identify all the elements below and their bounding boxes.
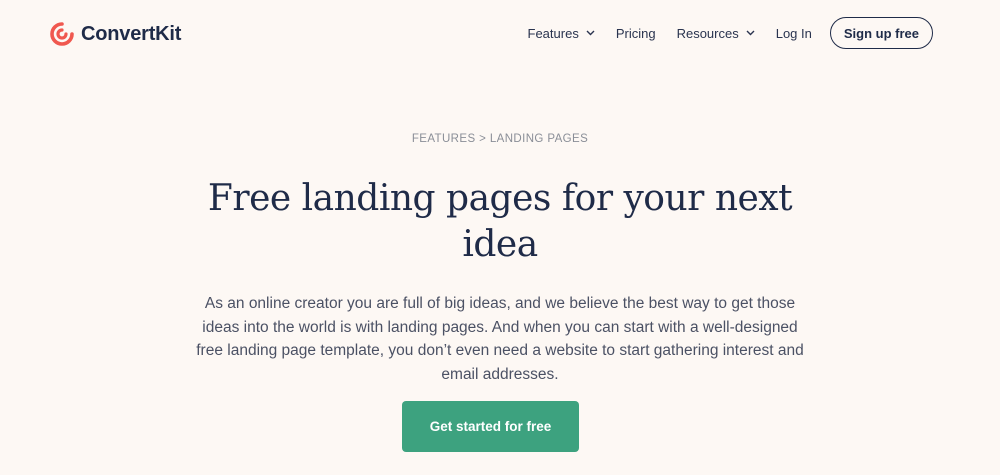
nav-resources[interactable]: Resources — [677, 26, 755, 41]
breadcrumb-features-link[interactable]: FEATURES — [412, 133, 476, 145]
signup-button-label: Sign up free — [843, 25, 919, 41]
nav-login[interactable]: Log In — [776, 26, 812, 41]
nav-features-label: Features — [527, 25, 579, 41]
page-title: Free landing pages for your next idea — [207, 178, 793, 265]
main-nav: Features Pricing Resources Log In Sign u… — [528, 16, 933, 50]
chevron-down-icon — [586, 30, 595, 36]
breadcrumb-separator: > — [479, 133, 487, 145]
convertkit-logo-icon — [50, 22, 74, 46]
brand-name: ConvertKit — [81, 22, 182, 45]
nav-pricing[interactable]: Pricing — [616, 26, 656, 41]
logo-link[interactable]: ConvertKit — [49, 20, 181, 48]
site-header: ConvertKit Features Pricing Resources Lo… — [0, 0, 1000, 68]
nav-pricing-label: Pricing — [615, 25, 656, 41]
breadcrumb-current: LANDING PAGES — [489, 133, 589, 145]
get-started-button[interactable]: Get started for free — [402, 401, 579, 452]
hero-description: As an online creator you are full of big… — [196, 295, 804, 383]
nav-features[interactable]: Features — [528, 26, 595, 41]
get-started-button-label: Get started for free — [429, 419, 552, 434]
nav-login-label: Log In — [775, 25, 812, 41]
breadcrumb: FEATURES > LANDING PAGES — [0, 133, 1000, 145]
signup-button[interactable]: Sign up free — [829, 17, 933, 49]
nav-resources-label: Resources — [676, 25, 739, 41]
chevron-down-icon — [746, 30, 755, 36]
